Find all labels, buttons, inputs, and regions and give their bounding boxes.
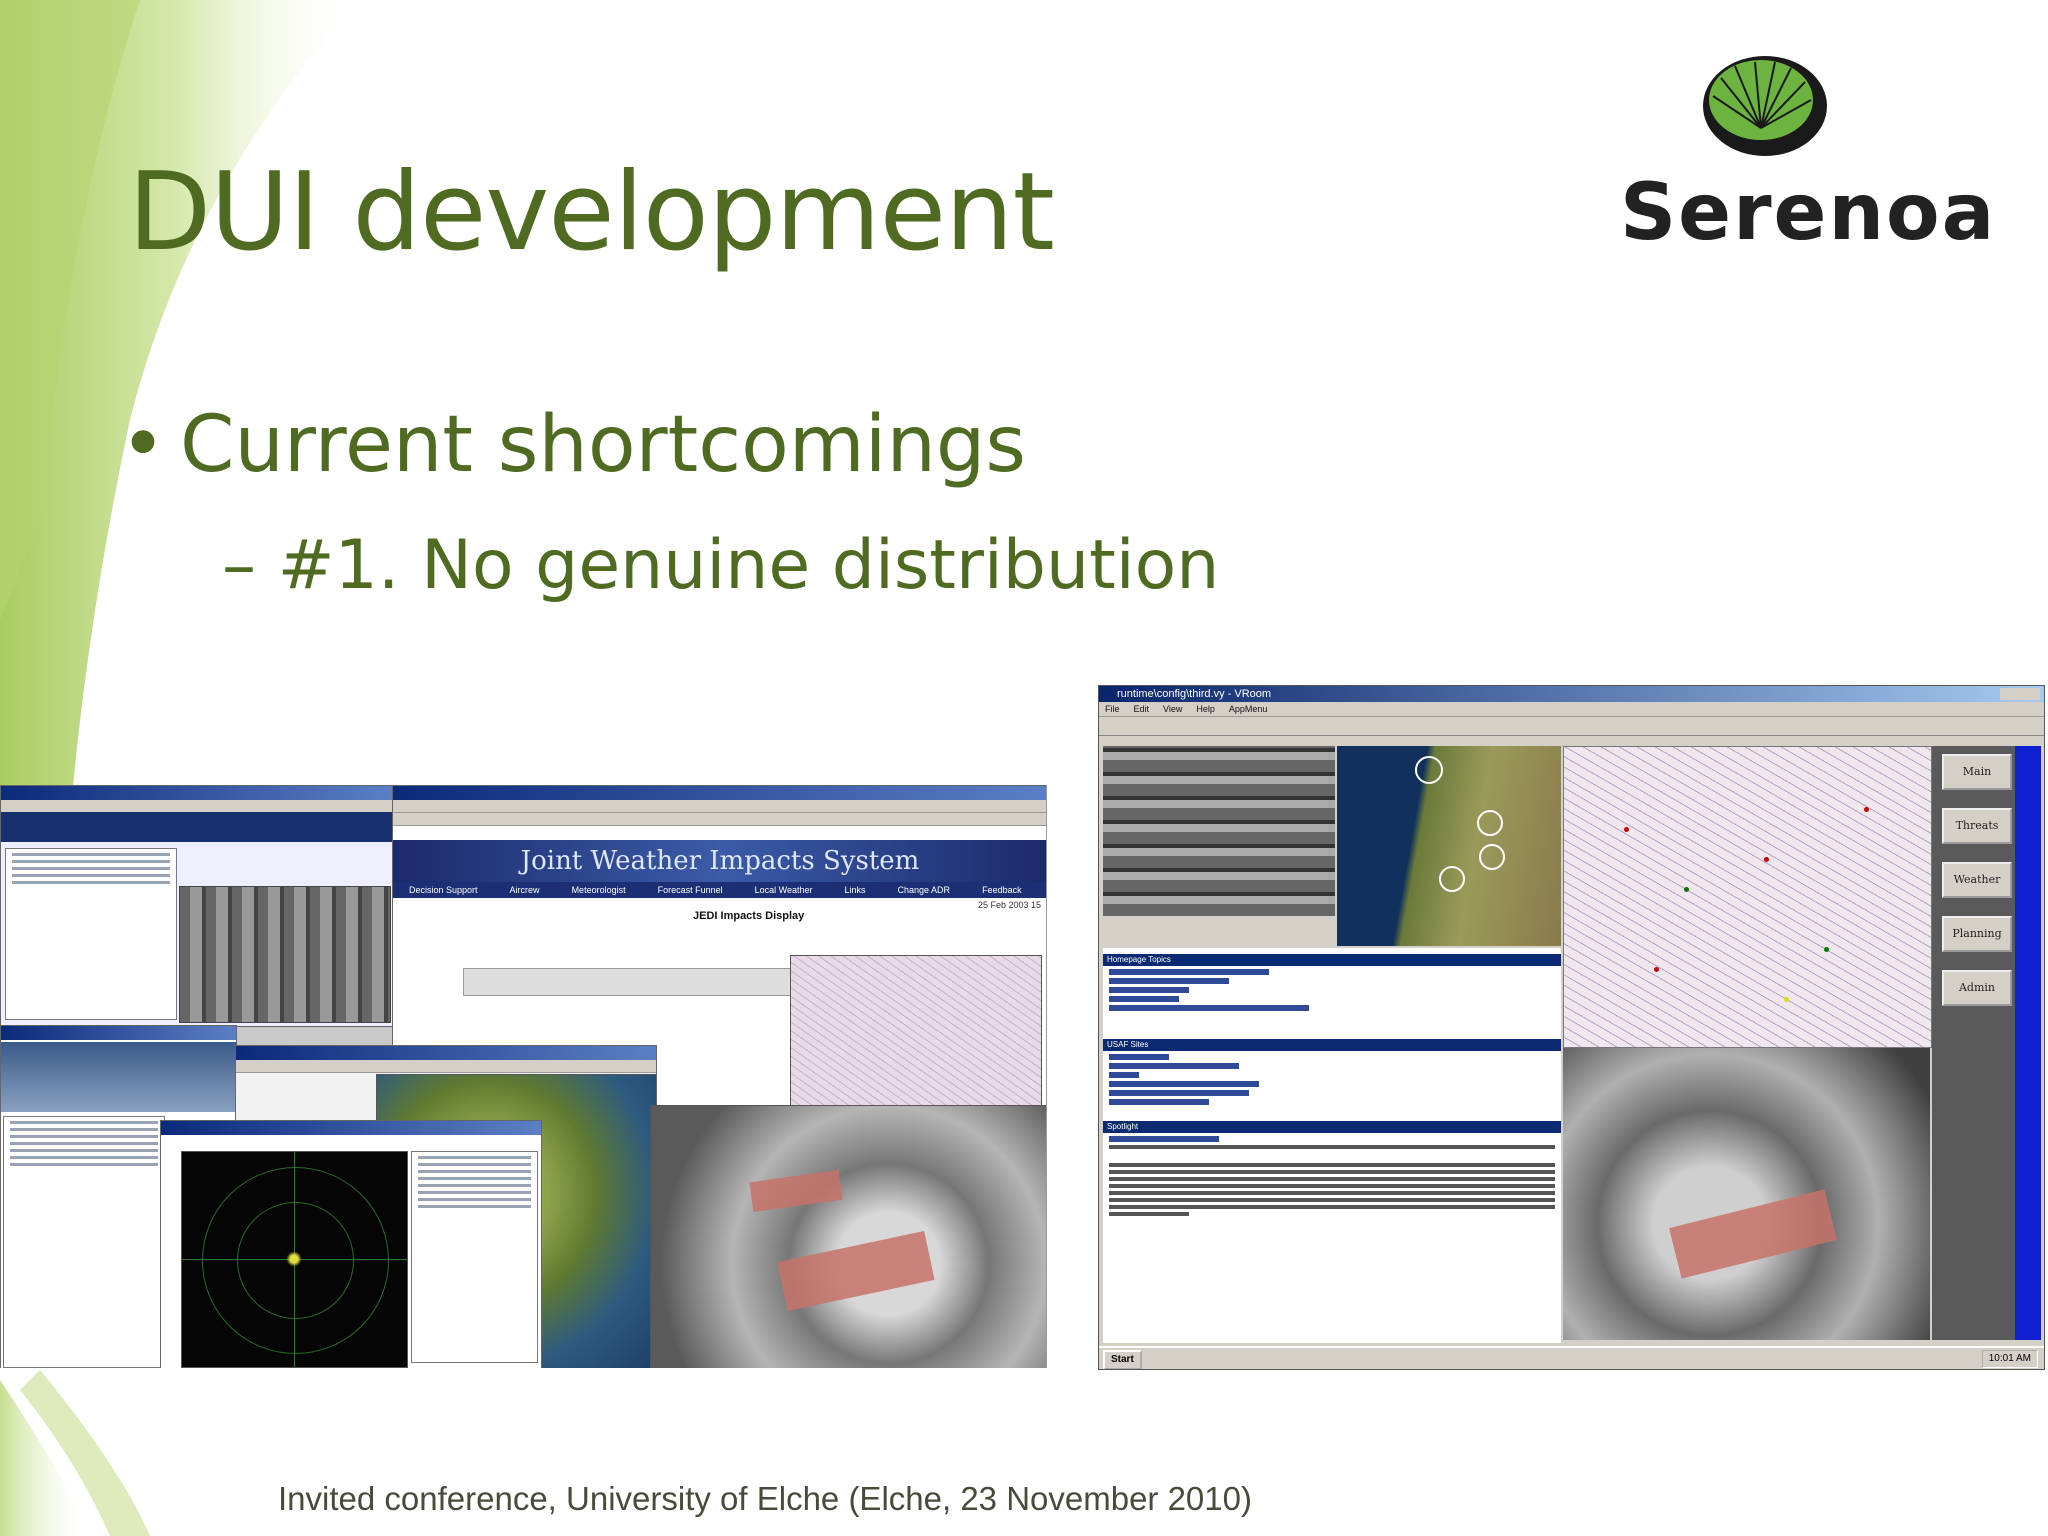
bullet-marker: • [120, 400, 167, 490]
section-homepage-topics: Homepage Topics [1103, 954, 1561, 966]
side-scrollbar [2015, 746, 2041, 1340]
sub-bullet-item: – #1. No genuine distribution [222, 526, 1220, 605]
start-button[interactable]: Start [1103, 1350, 1142, 1369]
jwis-nav: Decision Support Aircrew Meteorologist Fore… [393, 882, 1046, 898]
vroom-toolbar [1099, 717, 2044, 736]
us-satellite [1563, 1048, 1930, 1340]
slide-title: DUI development [128, 150, 1055, 275]
vroom-titlebar: runtime\config\third.vy - VRoom [1099, 686, 2044, 702]
jwis-display-title: JEDI Impacts Display [693, 910, 805, 922]
jwis-date: 25 Feb 2003 15 [977, 900, 1041, 910]
vroom-menubar: File Edit View Help AppMenu [1099, 702, 2044, 717]
aerial-photo [1103, 746, 1335, 916]
satellite-us-thumbnail [650, 1105, 1046, 1368]
weather-button[interactable]: Weather [1942, 862, 2012, 898]
map-thumbnail [790, 955, 1042, 1125]
admin-button[interactable]: Admin [1942, 970, 2012, 1006]
taskbar: Start 10:01 AM [1099, 1346, 2044, 1369]
coast-satellite [1337, 746, 1561, 946]
radar-window [160, 1120, 542, 1368]
portal-page: Homepage Topics USAF Sites Spotlight [1103, 948, 1561, 1343]
taskbar-clock: 10:01 AM [1981, 1350, 2038, 1368]
bullet-item: • Current shortcomings [120, 400, 1026, 490]
portal-window [0, 785, 394, 1027]
jwis-banner: Joint Weather Impacts System [393, 840, 1046, 882]
radar-display [181, 1151, 408, 1368]
planning-button[interactable]: Planning [1942, 916, 2012, 952]
jwis-collage-screenshot: Joint Weather Impacts System Decision Su… [0, 785, 1047, 1368]
main-button[interactable]: Main [1942, 754, 2012, 790]
vroom-screenshot: runtime\config\third.vy - VRoom File Edit… [1098, 685, 2045, 1370]
threats-button[interactable]: Threats [1942, 808, 2012, 844]
bullet-text: Current shortcomings [180, 400, 1027, 490]
section-usaf-sites: USAF Sites [1103, 1039, 1561, 1051]
logo-wordmark: Serenoa [1620, 168, 1997, 258]
slide-footer: Invited conference, University of Elche … [278, 1480, 1252, 1517]
weather-map [1563, 746, 1932, 1048]
section-spotlight: Spotlight [1103, 1121, 1561, 1133]
